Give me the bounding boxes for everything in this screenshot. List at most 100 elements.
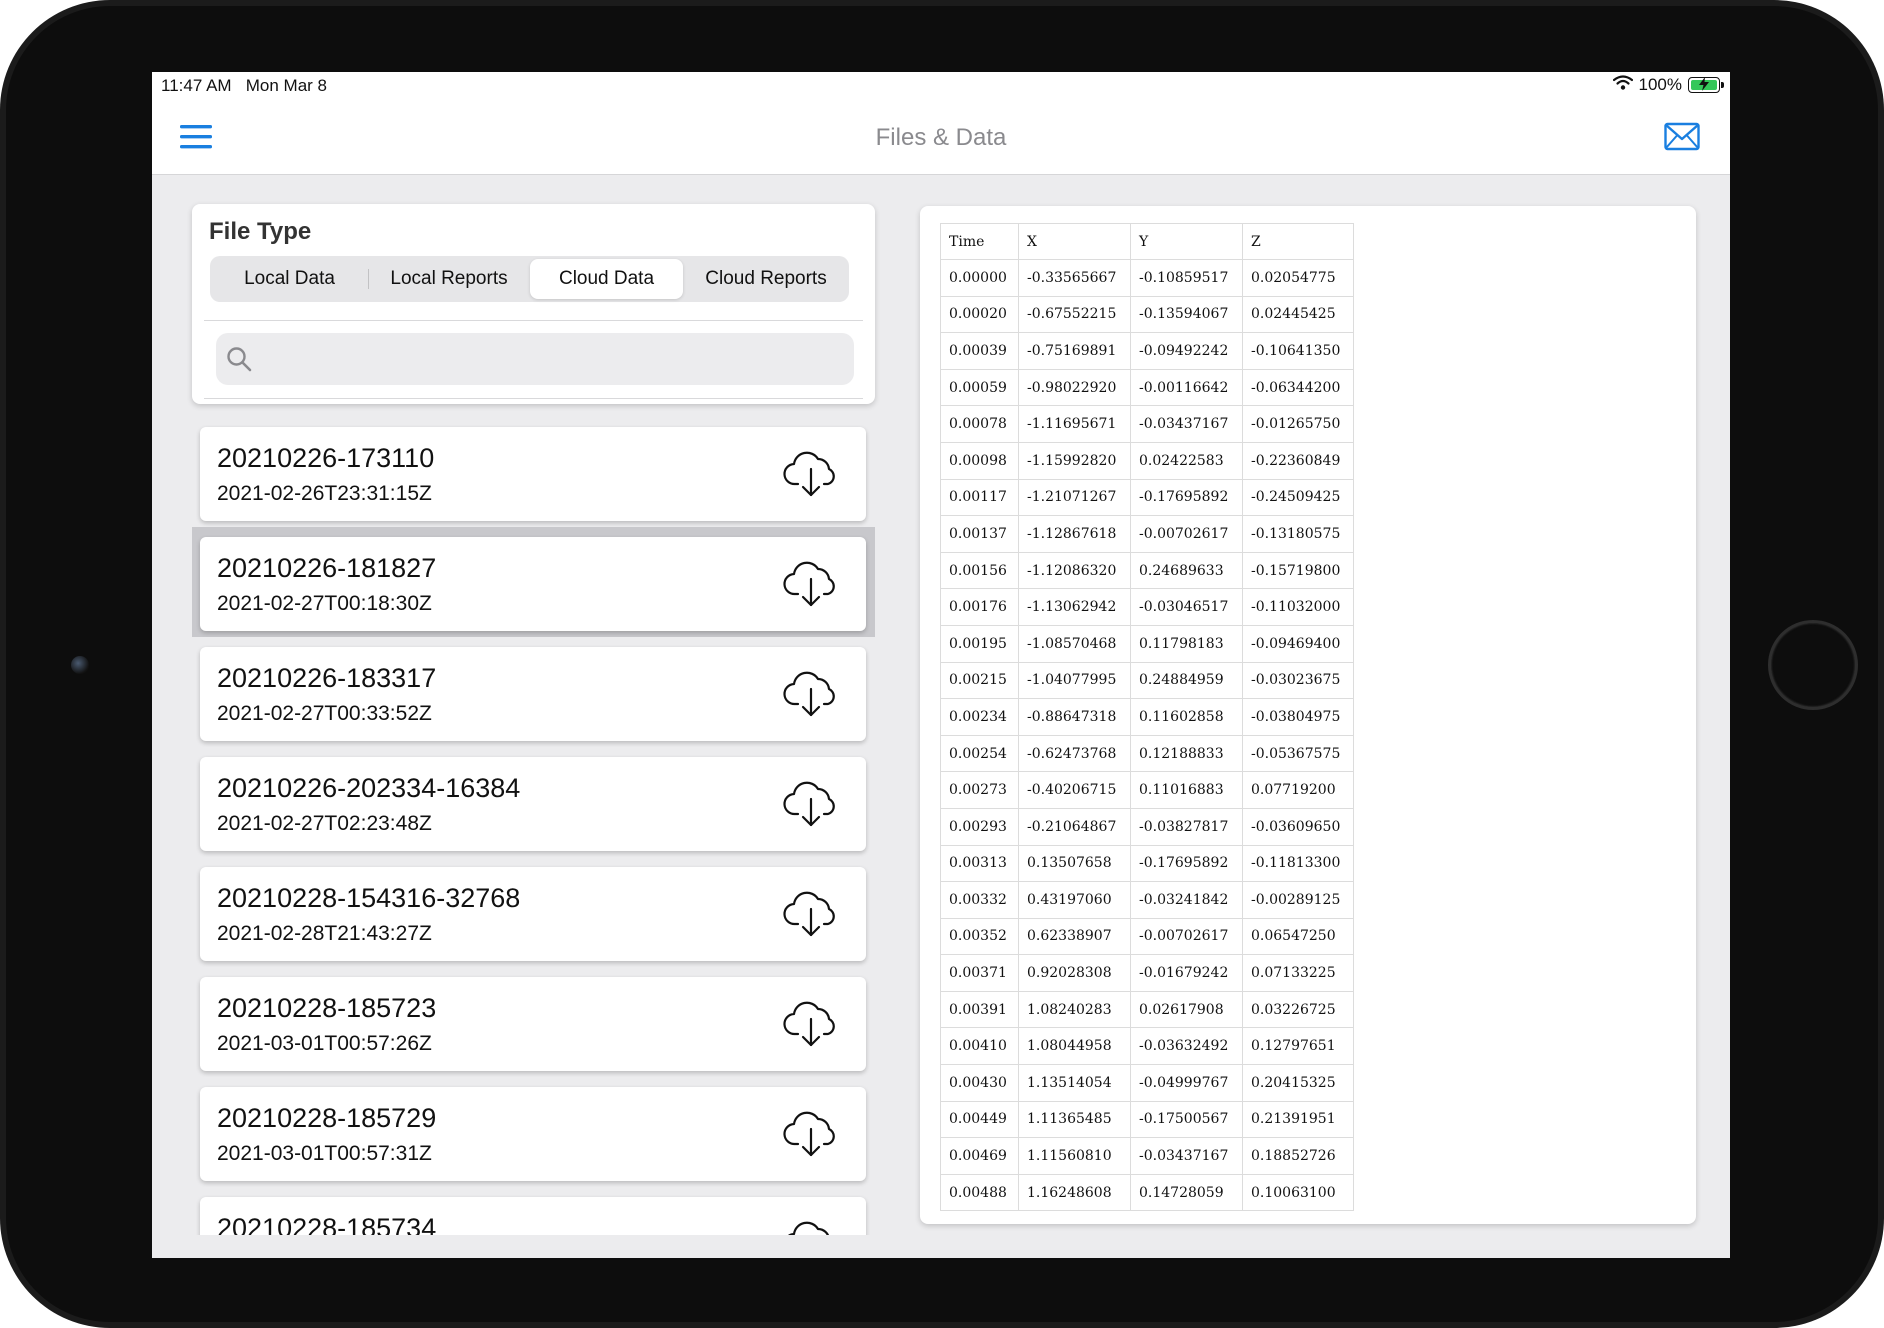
table-cell: -0.10859517	[1130, 259, 1243, 297]
file-name: 20210228-154316-32768	[217, 883, 521, 913]
search-icon	[227, 347, 252, 372]
table-row: 0.00098 -1.15992820 0.02422583 -0.22360849	[940, 441, 1354, 480]
file-name: 20210228-185734	[217, 1213, 437, 1235]
cloud-download-icon[interactable]	[783, 1109, 839, 1159]
table-cell: -0.17500567	[1130, 1100, 1243, 1139]
table-row: 0.00000 -0.33565667 -0.10859517 0.02054775	[940, 259, 1354, 297]
table-cell: -1.13062942	[1018, 588, 1131, 626]
table-cell: 1.08240283	[1018, 990, 1131, 1029]
file-card[interactable]: 20210226-181827 2021-02-27T00:18:30Z	[200, 537, 866, 631]
file-card[interactable]: 20210228-185729 2021-03-01T00:57:31Z	[200, 1087, 866, 1181]
battery-tip	[1721, 82, 1724, 88]
table-row: 0.00332 0.43197060 -0.03241842 -0.00289125	[940, 881, 1354, 919]
table-cell: 0.13507658	[1018, 844, 1131, 883]
table-cell: 0.92028308	[1018, 954, 1131, 992]
file-card[interactable]: 20210226-183317 2021-02-27T00:33:52Z	[200, 647, 866, 741]
table-cell: 1.08044958	[1018, 1027, 1131, 1066]
table-cell: -1.08570468	[1018, 624, 1131, 663]
segment-cloud-data[interactable]: Cloud Data	[530, 259, 683, 299]
file-card[interactable]: 20210228-154316-32768 2021-02-28T21:43:2…	[200, 867, 866, 961]
table-cell: -0.03437167	[1130, 1137, 1243, 1175]
table-cell: 0.00156	[940, 551, 1019, 590]
file-row[interactable]: 20210226-173110 2021-02-26T23:31:15Z	[192, 417, 875, 527]
file-date: 2021-02-27T00:18:30Z	[217, 592, 432, 615]
file-card[interactable]: 20210228-185723 2021-03-01T00:57:26Z	[200, 977, 866, 1071]
table-row: 0.00469 1.11560810 -0.03437167 0.18852726	[940, 1137, 1354, 1175]
table-row: 0.00313 0.13507658 -0.17695892 -0.11813300	[940, 844, 1354, 883]
table-cell: 0.00293	[940, 807, 1019, 846]
table-row: 0.00215 -1.04077995 0.24884959 -0.03023675	[940, 661, 1354, 700]
file-row[interactable]: 20210228-185723 2021-03-01T00:57:26Z	[192, 967, 875, 1077]
segment-cloud-reports[interactable]: Cloud Reports	[686, 259, 846, 299]
table-cell: -0.01265750	[1242, 405, 1354, 443]
column-header-z: Z	[1242, 223, 1354, 260]
search-input[interactable]	[264, 339, 842, 381]
column-header-x: X	[1018, 223, 1131, 260]
file-row[interactable]: 20210228-154316-32768 2021-02-28T21:43:2…	[192, 857, 875, 967]
table-row: 0.00195 -1.08570468 0.11798183 -0.09469400	[940, 624, 1354, 663]
table-cell: -0.11032000	[1242, 588, 1354, 626]
table-cell: 0.21391951	[1242, 1100, 1354, 1139]
table-cell: -0.13180575	[1242, 515, 1354, 553]
cloud-download-icon[interactable]	[783, 999, 839, 1049]
segment-local-reports[interactable]: Local Reports	[370, 259, 528, 299]
table-cell: 0.00098	[940, 441, 1019, 480]
table-cell: -0.88647318	[1018, 698, 1131, 736]
home-button[interactable]	[1768, 620, 1858, 710]
table-row: 0.00449 1.11365485 -0.17500567 0.21391951	[940, 1100, 1354, 1139]
data-table-card: Time X Y Z 0.00000 -0.33565667 -0.10859517…	[920, 206, 1696, 1224]
file-name: 20210228-185723	[217, 993, 437, 1023]
table-cell: 0.00469	[940, 1137, 1019, 1175]
file-card[interactable]: 20210226-173110 2021-02-26T23:31:15Z	[200, 427, 866, 521]
data-table: Time X Y Z 0.00000 -0.33565667 -0.10859517…	[940, 223, 1354, 1212]
table-cell: 0.02617908	[1130, 990, 1243, 1029]
file-name: 20210226-173110	[217, 443, 435, 473]
cloud-download-icon[interactable]	[783, 559, 839, 609]
table-cell: 0.00254	[940, 734, 1019, 773]
file-row[interactable]: 20210228-185734	[192, 1187, 875, 1235]
file-date: 2021-02-27T00:33:52Z	[217, 702, 432, 725]
file-row-selected[interactable]: 20210226-181827 2021-02-27T00:18:30Z	[192, 527, 875, 637]
table-cell: -0.09469400	[1242, 624, 1354, 663]
table-cell: 0.24689633	[1130, 551, 1243, 590]
table-row: 0.00020 -0.67552215 -0.13594067 0.02445425	[940, 295, 1354, 334]
mail-button[interactable]	[1664, 122, 1700, 152]
segment-divider	[368, 269, 369, 289]
table-row: 0.00293 -0.21064867 -0.03827817 -0.03609650	[940, 807, 1354, 846]
table-cell: -0.03827817	[1130, 807, 1243, 846]
table-cell: 0.10063100	[1242, 1173, 1354, 1212]
table-row: 0.00273 -0.40206715 0.11016883 0.07719200	[940, 771, 1354, 809]
table-cell: 0.00449	[940, 1100, 1019, 1139]
ipad-bezel: 11:47 AM Mon Mar 8 100% Files & Data Fil…	[0, 0, 1884, 1328]
table-cell: -0.03437167	[1130, 405, 1243, 443]
file-row[interactable]: 20210226-202334-16384 2021-02-27T02:23:4…	[192, 747, 875, 857]
table-cell: -0.15719800	[1242, 551, 1354, 590]
file-row[interactable]: 20210226-183317 2021-02-27T00:33:52Z	[192, 637, 875, 747]
cloud-download-icon[interactable]	[783, 779, 839, 829]
table-row: 0.00371 0.92028308 -0.01679242 0.07133225	[940, 954, 1354, 992]
file-card[interactable]: 20210226-202334-16384 2021-02-27T02:23:4…	[200, 757, 866, 851]
table-cell: -0.03241842	[1130, 881, 1243, 919]
cloud-download-icon[interactable]	[783, 889, 839, 939]
file-card[interactable]: 20210228-185734	[200, 1197, 866, 1235]
table-cell: -0.24509425	[1242, 478, 1354, 517]
table-cell: 0.00371	[940, 954, 1019, 992]
table-cell: 0.06547250	[1242, 917, 1354, 956]
table-cell: 0.02445425	[1242, 295, 1354, 334]
table-cell: 1.13514054	[1018, 1064, 1131, 1102]
cloud-download-icon[interactable]	[783, 1219, 839, 1235]
table-cell: -0.98022920	[1018, 368, 1131, 407]
table-row: 0.00488 1.16248608 0.14728059 0.10063100	[940, 1173, 1354, 1212]
table-cell: 0.43197060	[1018, 881, 1131, 919]
table-row: 0.00254 -0.62473768 0.12188833 -0.05367575	[940, 734, 1354, 773]
table-cell: -0.03609650	[1242, 807, 1354, 846]
table-cell: 0.03226725	[1242, 990, 1354, 1029]
cloud-download-icon[interactable]	[783, 449, 839, 499]
table-cell: -0.40206715	[1018, 771, 1131, 809]
segment-local-data[interactable]: Local Data	[213, 259, 366, 299]
table-cell: 0.18852726	[1242, 1137, 1354, 1175]
search-bar	[216, 333, 854, 385]
table-cell: -0.00116642	[1130, 368, 1243, 407]
cloud-download-icon[interactable]	[783, 669, 839, 719]
file-row[interactable]: 20210228-185729 2021-03-01T00:57:31Z	[192, 1077, 875, 1187]
